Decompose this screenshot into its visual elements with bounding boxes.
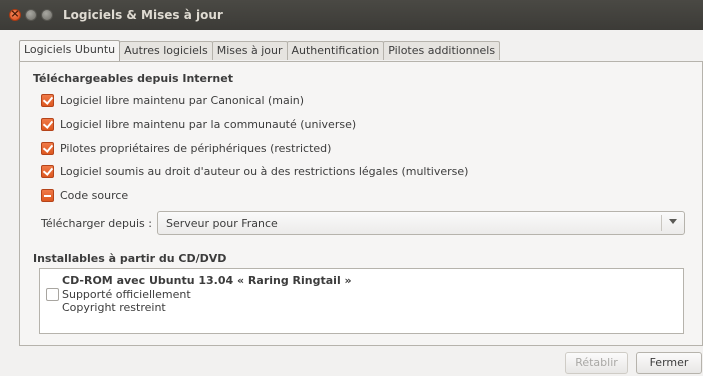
source-main-checkbox[interactable]: [41, 93, 54, 107]
chevron-down-icon[interactable]: [669, 219, 677, 224]
source-universe-checkbox[interactable]: [41, 117, 54, 131]
source-multiverse-row[interactable]: Logiciel soumis au droit d'auteur ou à d…: [41, 163, 468, 179]
revert-button[interactable]: Rétablir: [565, 352, 628, 374]
maximize-icon[interactable]: [41, 9, 53, 21]
source-main-row[interactable]: Logiciel libre maintenu par Canonical (m…: [41, 92, 304, 108]
cdrom-checkbox[interactable]: [46, 288, 59, 301]
tab-authentification[interactable]: Authentification: [286, 41, 385, 60]
download-server-select[interactable]: Serveur pour France: [157, 211, 685, 235]
download-from-label: Télécharger depuis :: [41, 217, 152, 230]
tab-bar: Logiciels Ubuntu Autres logiciels Mises …: [19, 40, 501, 61]
cdrom-item-title: CD-ROM avec Ubuntu 13.04 « Raring Ringta…: [62, 274, 352, 287]
cdrom-section-title: Installables à partir du CD/DVD: [33, 252, 227, 265]
tab-pilotes-additionnels[interactable]: Pilotes additionnels: [383, 41, 501, 60]
cdrom-item-copyright: Copyright restreint: [62, 301, 166, 314]
tab-mises-a-jour[interactable]: Mises à jour: [211, 41, 288, 60]
source-restricted-label: Pilotes propriétaires de périphériques (…: [60, 141, 332, 155]
source-multiverse-checkbox[interactable]: [41, 164, 54, 178]
close-icon[interactable]: [9, 7, 21, 21]
tab-logiciels-ubuntu[interactable]: Logiciels Ubuntu: [19, 40, 121, 61]
source-main-label: Logiciel libre maintenu par Canonical (m…: [60, 93, 305, 107]
source-universe-label: Logiciel libre maintenu par la communaut…: [60, 117, 357, 131]
download-server-value: Serveur pour France: [166, 217, 278, 230]
title-bar: Logiciels & Mises à jour: [0, 0, 703, 30]
cdrom-item-support: Supporté officiellement: [62, 288, 191, 301]
close-button[interactable]: Fermer: [636, 352, 702, 374]
source-universe-row[interactable]: Logiciel libre maintenu par la communaut…: [41, 116, 356, 132]
tab-autres-logiciels[interactable]: Autres logiciels: [119, 41, 213, 60]
internet-section-title: Téléchargeables depuis Internet: [33, 72, 233, 85]
source-code-row[interactable]: Code source: [41, 187, 128, 203]
source-code-label: Code source: [60, 188, 129, 202]
cdrom-list: CD-ROM avec Ubuntu 13.04 « Raring Ringta…: [39, 268, 684, 334]
combo-separator: [661, 215, 662, 231]
source-code-checkbox[interactable]: [41, 188, 54, 202]
minimize-icon[interactable]: [25, 9, 37, 21]
source-restricted-row[interactable]: Pilotes propriétaires de périphériques (…: [41, 140, 331, 156]
source-restricted-checkbox[interactable]: [41, 141, 54, 155]
window-title: Logiciels & Mises à jour: [63, 8, 223, 22]
source-multiverse-label: Logiciel soumis au droit d'auteur ou à d…: [60, 164, 469, 178]
